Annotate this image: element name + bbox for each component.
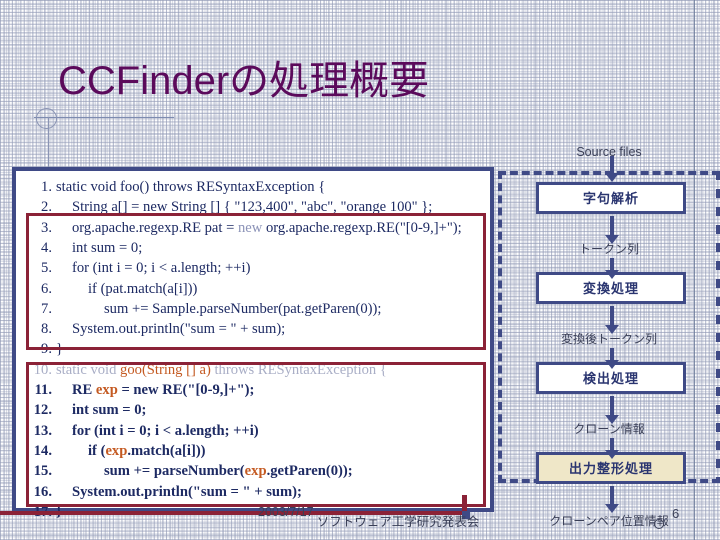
code-line-text: org.apache.regexp.RE pat = new org.apach… [56, 220, 462, 236]
code-token: throws RESyntaxException { [210, 361, 387, 378]
code-token: if (pat.match(a[i])) [88, 280, 198, 297]
code-line-number: 12. [33, 402, 52, 419]
flow-arrow-head-mid-1b [604, 270, 619, 279]
code-line: 7. sum += Sample.parseNumber(pat.getParen… [26, 299, 381, 319]
code-line: 14. if (exp.match(a[i])) [26, 441, 206, 461]
code-token: .match(a[i])) [127, 442, 206, 459]
code-token: exp [244, 463, 267, 480]
code-token: RE [72, 382, 96, 398]
flow-arrow-line-mid-2a [610, 306, 614, 325]
code-token: static void foo() throws RESyntaxExcepti… [56, 179, 326, 195]
code-line-number: 15. [33, 463, 52, 480]
flow-edge-label-3: クローン情報 [573, 422, 645, 436]
page-number-circle-decoration [654, 519, 664, 529]
flow-edge-label-4: クローンペア位置情報 [549, 514, 669, 528]
flow-arrow-head-source [604, 173, 619, 182]
code-line-text: } [56, 341, 63, 357]
code-line-number: 4. [41, 239, 52, 256]
code-line: 4. int sum = 0; [26, 238, 142, 258]
title-circle-decoration [36, 108, 57, 129]
code-line-text: if (pat.match(a[i])) [56, 281, 197, 297]
flow-arrow-line-output [610, 486, 614, 504]
code-line: 13. for (int i = 0; i < a.length; ++i) [26, 421, 259, 441]
code-line-text: if (exp.match(a[i])) [56, 443, 206, 459]
code-line-text: System.out.println("sum = " + sum); [56, 321, 285, 337]
code-line: 1. static void foo() throws RESyntaxExcep… [26, 177, 325, 197]
flow-arrow-line-mid-1b [610, 258, 614, 270]
code-line: 8. System.out.println("sum = " + sum); [26, 319, 285, 339]
code-line-text: static void foo() throws RESyntaxExcepti… [56, 179, 325, 195]
code-line-number: 13. [33, 422, 52, 439]
code-line-text: String a[] = new String [] { "123,400", … [56, 199, 432, 215]
code-line-text: for (int i = 0; i < a.length; ++i) [56, 260, 250, 276]
footer-venue: ソフトウェア工学研究発表会 [316, 515, 480, 529]
code-line: 9.} [26, 339, 63, 359]
code-line-text: System.out.println("sum = " + sum); [56, 484, 302, 500]
code-token: for (int i = 0; i < a.length; ++i) [72, 260, 251, 277]
code-line: 6. if (pat.match(a[i])) [26, 279, 197, 299]
code-token: for (int i = 0; i < a.length; ++i) [72, 422, 259, 439]
code-token: static void [56, 361, 121, 378]
code-token: goo(String [] a) [120, 361, 211, 378]
code-listing-panel: 1. static void foo() throws RESyntaxExcep… [12, 167, 494, 520]
code-token: System.out.println("sum = " + sum); [72, 483, 302, 500]
code-line-number: 11. [34, 382, 52, 398]
code-line-text: sum += parseNumber(exp.getParen(0)); [56, 463, 353, 479]
code-token: exp [105, 442, 128, 459]
code-line-number: 9. [41, 341, 52, 358]
flow-arrow-line-source [610, 156, 614, 173]
code-token: .getParen(0)); [266, 463, 353, 480]
code-line: 12. int sum = 0; [26, 400, 147, 420]
code-line-text: static void goo(String [] a) throws RESy… [56, 362, 387, 378]
code-line: 10. static void goo(String [] a) throws R… [26, 360, 387, 380]
flow-arrow-line-mid-2b [610, 348, 614, 360]
code-token: int sum = 0; [72, 239, 143, 256]
code-token: sum += parseNumber( [104, 463, 245, 480]
code-line: 11. RE exp = new RE("[0-9,]+"); [26, 380, 255, 400]
code-token: if ( [88, 442, 106, 459]
code-line-number: 14. [33, 442, 52, 459]
code-token: org.apache.regexp.RE("[0-9,]+"); [262, 219, 462, 236]
code-token: System.out.println("sum = " + sum); [72, 321, 286, 338]
code-line: 3. org.apache.regexp.RE pat = new org.apa… [26, 218, 462, 238]
code-token: } [56, 341, 64, 358]
code-token: exp [95, 382, 118, 398]
code-line-text: sum += Sample.parseNumber(pat.getParen(0… [56, 301, 381, 317]
ccfinder-flowchart: 字句解析 変換処理 検出処理 出力整形処理 トークン列 変換後トークン列 クローン情報 クロー… [498, 140, 720, 540]
code-token: = new RE("[0-9,]+"); [117, 382, 255, 398]
flow-arrow-line-mid-3b [610, 438, 614, 450]
code-line: 2. String a[] = new String [] { "123,400"… [26, 197, 432, 217]
code-line-number: 2. [41, 199, 52, 216]
flow-arrow-head-mid-3b [604, 450, 619, 459]
flow-arrow-line-mid-1a [610, 216, 614, 235]
code-line: 5. for (int i = 0; i < a.length; ++i) [26, 258, 250, 278]
code-line-number: 3. [41, 219, 52, 236]
code-token: org.apache.regexp.RE pat = [72, 219, 238, 236]
code-line-number: 8. [41, 321, 52, 338]
flow-box-1: 字句解析 [536, 182, 686, 214]
code-line-number: 7. [41, 300, 52, 317]
code-line-text: int sum = 0; [56, 402, 146, 418]
flow-arrow-head-mid-2b [604, 360, 619, 369]
flow-edge-label-2: 変換後トークン列 [560, 332, 657, 346]
code-line-text: for (int i = 0; i < a.length; ++i) [56, 423, 259, 439]
code-token: String a[] = new String [] { "123,400", … [72, 199, 433, 216]
code-line-number: 6. [41, 280, 52, 297]
code-line-text: int sum = 0; [56, 240, 142, 256]
code-line: 16. System.out.println("sum = " + sum); [26, 482, 302, 502]
code-line-number: 1. [41, 179, 52, 195]
page-number: 6 [672, 506, 680, 521]
code-token: sum += Sample.parseNumber(pat.getParen(0… [104, 300, 382, 317]
code-line-text: RE exp = new RE("[0-9,]+"); [56, 382, 254, 398]
code-token: new [238, 219, 263, 236]
page-title: CCFinderの処理概要 [58, 59, 430, 103]
code-line-number: 5. [41, 260, 52, 277]
flow-arrow-line-mid-3a [610, 396, 614, 415]
code-token: int sum = 0; [72, 402, 147, 419]
code-line-number: 10. [33, 361, 52, 378]
code-line-number: 16. [33, 483, 52, 500]
flow-edge-label-1: トークン列 [578, 242, 639, 256]
code-lines: 1. static void foo() throws RESyntaxExcep… [16, 171, 490, 520]
code-line: 15. sum += parseNumber(exp.getParen(0)); [26, 461, 353, 481]
